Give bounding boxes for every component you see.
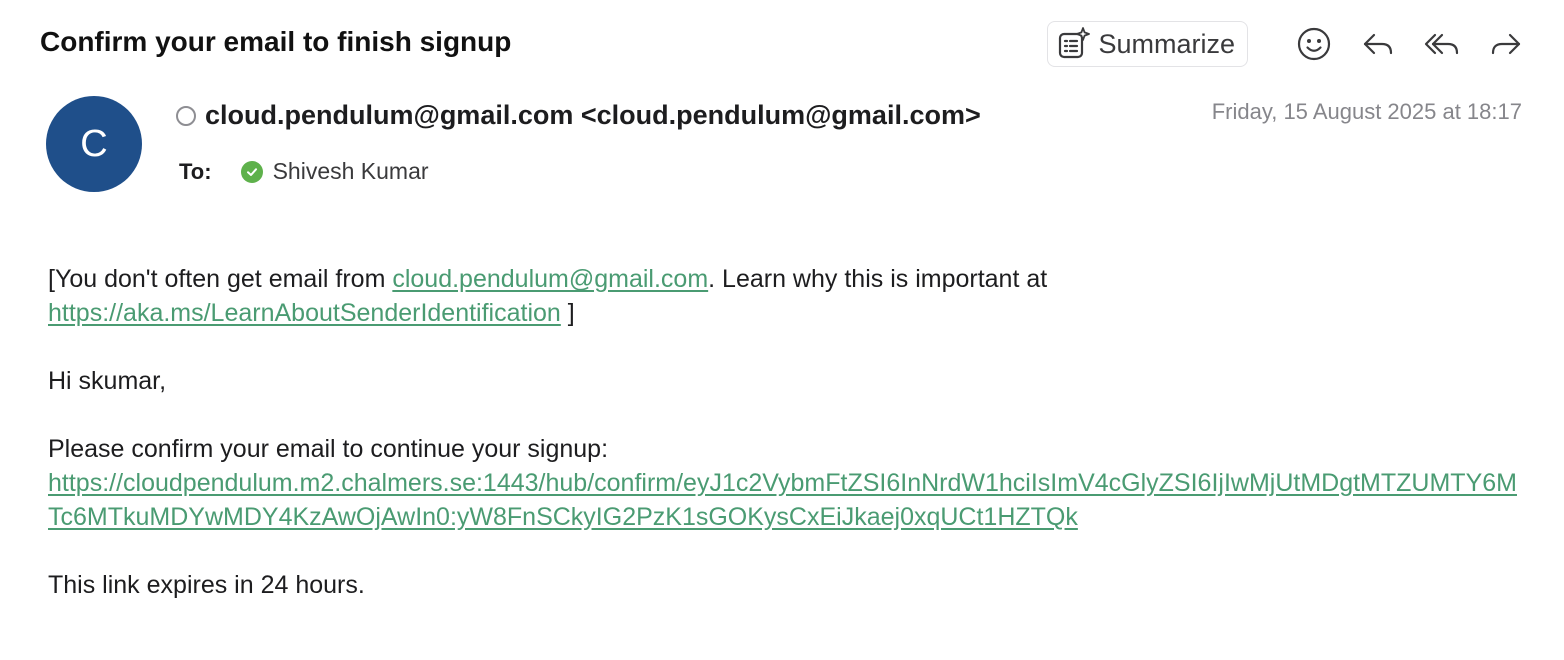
forward-icon	[1491, 33, 1521, 55]
notice-email-link[interactable]: cloud.pendulum@gmail.com	[392, 265, 708, 293]
reply-icon	[1363, 33, 1393, 55]
summarize-button[interactable]: Summarize	[1047, 21, 1248, 67]
instruction-text: Please confirm your email to continue yo…	[48, 435, 609, 463]
expiry-notice: This link expires in 24 hours.	[48, 571, 365, 599]
notice-text-post: ]	[560, 299, 575, 327]
sender-notice: [You don't often get email from cloud.pe…	[48, 262, 1528, 330]
to-label: To:	[179, 158, 212, 184]
notice-text-pre: [You don't often get email from	[48, 265, 393, 293]
notice-text-mid: . Learn why this is important at	[708, 265, 1048, 293]
verified-check-icon	[240, 160, 263, 183]
presence-status-icon	[176, 105, 196, 126]
learn-about-sender-link[interactable]: https://aka.ms/LearnAboutSenderIdentific…	[48, 299, 561, 327]
reply-all-button[interactable]	[1422, 24, 1462, 64]
recipient-name[interactable]: Shivesh Kumar	[273, 158, 429, 185]
forward-button[interactable]	[1486, 24, 1526, 64]
summarize-icon	[1059, 27, 1091, 59]
confirm-email-link[interactable]: https://cloudpendulum.m2.chalmers.se:144…	[48, 469, 1517, 531]
message-toolbar: Summarize	[1047, 20, 1526, 68]
email-subject: Confirm your email to finish signup	[40, 26, 512, 57]
reply-button[interactable]	[1358, 24, 1398, 64]
message-date: Friday, 15 August 2025 at 18:17	[1211, 99, 1522, 124]
from-line: cloud.pendulum@gmail.com <cloud.pendulum…	[176, 100, 981, 131]
reply-all-icon	[1424, 33, 1459, 55]
greeting: Hi skumar,	[48, 367, 167, 395]
emoji-reaction-button[interactable]	[1294, 24, 1334, 64]
sender-address[interactable]: cloud.pendulum@gmail.com <cloud.pendulum…	[205, 100, 981, 131]
emoji-icon	[1297, 27, 1331, 61]
message-body: [You don't often get email from cloud.pe…	[48, 262, 1528, 602]
summarize-label: Summarize	[1098, 28, 1235, 59]
recipients-line: To: Shivesh Kumar	[179, 158, 429, 185]
sender-avatar[interactable]: C	[46, 96, 142, 192]
